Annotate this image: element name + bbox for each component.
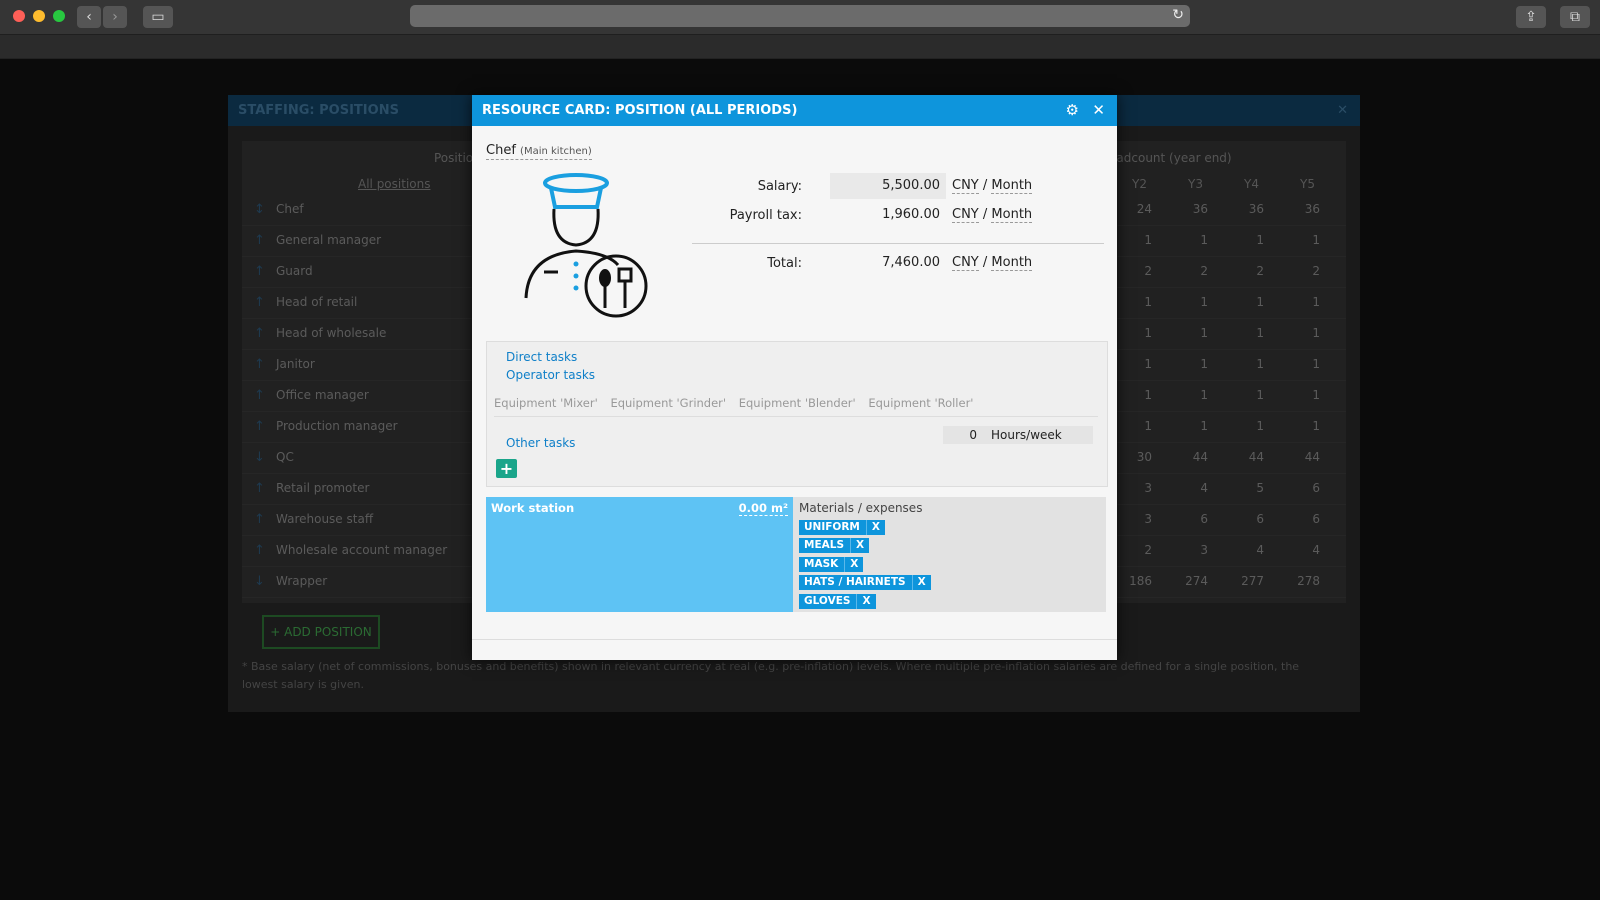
position-title[interactable]: Chef (Main kitchen) bbox=[486, 143, 592, 160]
arrow-up-icon: ↑ bbox=[254, 233, 265, 248]
arrow-up-icon: ↑ bbox=[254, 264, 265, 279]
material-tag[interactable]: MEALS X bbox=[799, 538, 870, 553]
modal-footer-divider bbox=[472, 639, 1117, 640]
operator-tasks-link[interactable]: Operator tasks bbox=[506, 368, 595, 382]
payroll-tax-value: 1,960.00 bbox=[882, 207, 940, 222]
material-tag[interactable]: MASK X bbox=[799, 557, 864, 572]
divider bbox=[692, 243, 1104, 244]
hours-unit: Hours/week bbox=[991, 428, 1062, 442]
divider bbox=[494, 416, 1098, 417]
materials-panel: Materials / expenses UNIFORM X MEALS X MAS… bbox=[793, 497, 1106, 612]
arrow-down-icon: ↓ bbox=[254, 450, 265, 465]
remove-icon[interactable]: X bbox=[850, 538, 869, 553]
tabs-overview-icon[interactable]: ⧉ bbox=[1560, 6, 1590, 28]
all-positions-filter[interactable]: All positions bbox=[358, 177, 430, 191]
salary-input[interactable]: 5,500.00 bbox=[830, 173, 946, 199]
modal-title: RESOURCE CARD: POSITION (ALL PERIODS) bbox=[482, 103, 798, 118]
column-header-position: Positio bbox=[434, 151, 474, 165]
arrow-up-icon: ↑ bbox=[254, 326, 265, 341]
hours-input[interactable]: 0 bbox=[943, 426, 977, 444]
address-bar[interactable]: ↻ bbox=[410, 5, 1190, 27]
hours-per-week-field[interactable]: 0 Hours/week bbox=[943, 426, 1093, 444]
equipment-item[interactable]: Equipment 'Mixer' bbox=[494, 396, 598, 410]
equipment-item[interactable]: Equipment 'Blender' bbox=[739, 396, 856, 410]
salary-footnote: * Base salary (net of commissions, bonus… bbox=[242, 660, 1300, 691]
year-header: Y2 bbox=[1132, 177, 1147, 191]
equipment-item[interactable]: Equipment 'Roller' bbox=[868, 396, 973, 410]
work-station-label: Work station bbox=[491, 501, 575, 515]
year-header: Y5 bbox=[1300, 177, 1315, 191]
close-icon[interactable]: ✕ bbox=[1092, 95, 1105, 126]
total-label: Total: bbox=[767, 256, 802, 271]
work-station-panel[interactable]: Work station 0.00 m² bbox=[486, 497, 793, 612]
direct-tasks-link[interactable]: Direct tasks bbox=[506, 350, 577, 364]
tasks-panel: Direct tasks Operator tasks Equipment 'M… bbox=[486, 341, 1108, 487]
year-header: Y4 bbox=[1244, 177, 1259, 191]
arrow-up-icon: ↑ bbox=[254, 512, 265, 527]
minimize-window-button[interactable] bbox=[33, 10, 45, 22]
browser-toolbar: ‹ › ▭ ↻ ⇪ ⧉ bbox=[0, 0, 1600, 34]
share-icon[interactable]: ⇪ bbox=[1516, 6, 1546, 28]
payroll-tax-unit[interactable]: CNY / Month bbox=[952, 207, 1033, 223]
position-name: Chef bbox=[486, 143, 516, 158]
arrow-up-icon: ↑ bbox=[254, 357, 265, 372]
forward-icon[interactable]: › bbox=[103, 6, 127, 28]
add-position-button[interactable]: + ADD POSITION bbox=[262, 615, 380, 649]
reload-icon[interactable]: ↻ bbox=[1172, 7, 1184, 23]
other-tasks-link[interactable]: Other tasks bbox=[506, 436, 575, 450]
equipment-list: Equipment 'Mixer' Equipment 'Grinder' Eq… bbox=[494, 396, 982, 410]
material-tag[interactable]: HATS / HAIRNETS X bbox=[799, 575, 931, 590]
salary-unit[interactable]: CNY / Month bbox=[952, 178, 1033, 194]
arrow-up-icon: ↑ bbox=[254, 295, 265, 310]
chef-icon bbox=[524, 173, 648, 318]
arrow-up-icon: ↑ bbox=[254, 419, 265, 434]
position-location: (Main kitchen) bbox=[520, 146, 592, 157]
work-station-area[interactable]: 0.00 m² bbox=[738, 501, 788, 516]
arrow-up-icon: ↑ bbox=[254, 481, 265, 496]
total-value: 7,460.00 bbox=[882, 255, 940, 270]
sidebar-toggle-icon[interactable]: ▭ bbox=[143, 6, 173, 28]
close-window-button[interactable] bbox=[13, 10, 25, 22]
salary-label: Salary: bbox=[757, 179, 802, 194]
arrow-up-icon: ↑ bbox=[254, 388, 265, 403]
remove-icon[interactable]: X bbox=[844, 557, 863, 572]
add-task-button[interactable]: + bbox=[496, 459, 517, 478]
staffing-window-title: STAFFING: POSITIONS bbox=[238, 103, 399, 118]
close-icon[interactable]: ✕ bbox=[1337, 95, 1348, 126]
maximize-window-button[interactable] bbox=[53, 10, 65, 22]
browser-chrome: ‹ › ▭ ↻ ⇪ ⧉ bbox=[0, 0, 1600, 59]
back-icon[interactable]: ‹ bbox=[77, 6, 101, 28]
sort-arrow-icon: ↕ bbox=[254, 202, 265, 217]
remove-icon[interactable]: X bbox=[865, 520, 885, 535]
year-header: Y3 bbox=[1188, 177, 1203, 191]
gear-icon[interactable]: ⚙ bbox=[1066, 95, 1079, 126]
remove-icon[interactable]: X bbox=[911, 575, 931, 590]
materials-label: Materials / expenses bbox=[799, 501, 923, 515]
column-header-headcount: Headcount (year end) bbox=[1100, 151, 1232, 165]
payroll-tax-label: Payroll tax: bbox=[729, 208, 802, 223]
arrow-down-icon: ↓ bbox=[254, 574, 265, 589]
material-tag[interactable]: UNIFORM X bbox=[799, 520, 885, 535]
tab-bar bbox=[0, 34, 1600, 58]
total-unit[interactable]: CNY / Month bbox=[952, 255, 1033, 271]
resource-card-modal: RESOURCE CARD: POSITION (ALL PERIODS) ⚙ … bbox=[472, 95, 1117, 660]
modal-header: RESOURCE CARD: POSITION (ALL PERIODS) ⚙ … bbox=[472, 95, 1117, 126]
remove-icon[interactable]: X bbox=[856, 594, 875, 609]
equipment-item[interactable]: Equipment 'Grinder' bbox=[610, 396, 726, 410]
material-tag[interactable]: GLOVES X bbox=[799, 594, 876, 609]
arrow-up-icon: ↑ bbox=[254, 543, 265, 558]
